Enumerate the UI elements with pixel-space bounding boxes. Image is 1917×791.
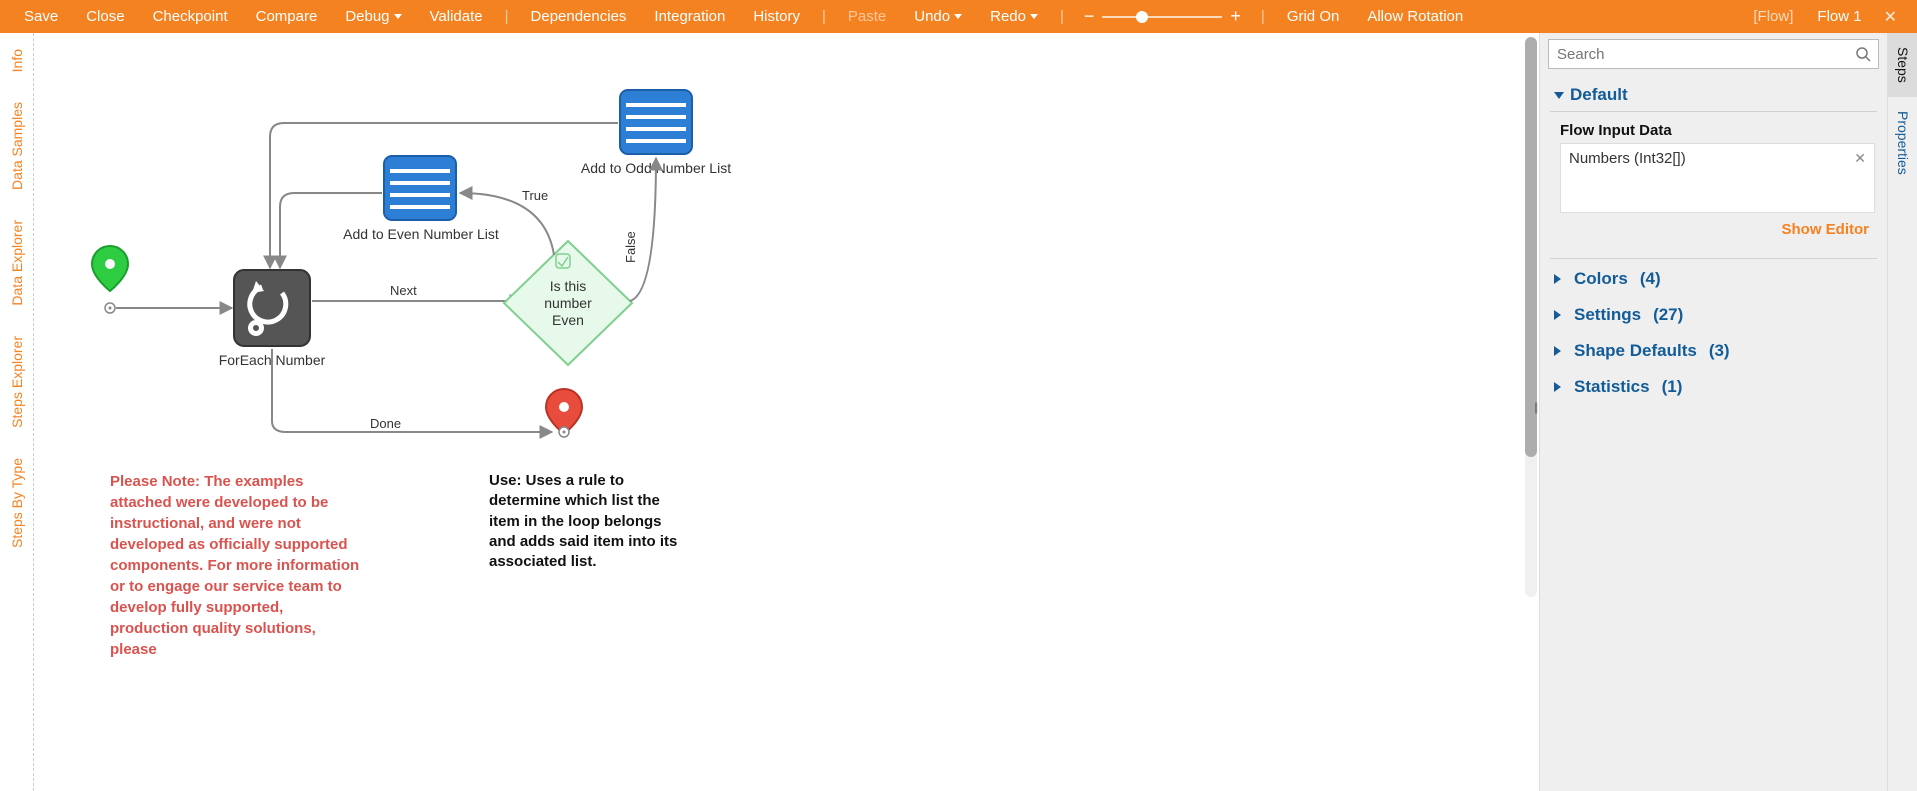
search-icon[interactable] xyxy=(1855,46,1871,65)
section-settings[interactable]: Settings(27) xyxy=(1540,295,1887,331)
decision-text-1: Is this xyxy=(550,278,587,294)
checkpoint-button[interactable]: Checkpoint xyxy=(139,0,242,33)
rotation-toggle[interactable]: Allow Rotation xyxy=(1353,0,1477,33)
left-tab-info[interactable]: Info xyxy=(9,43,25,78)
edge-done-label: Done xyxy=(370,416,401,431)
edge-next-label: Next xyxy=(390,283,417,298)
splitter-handle[interactable]: || xyxy=(1534,400,1539,424)
start-node[interactable] xyxy=(92,246,128,291)
left-tab-data-explorer[interactable]: Data Explorer xyxy=(9,214,25,312)
dependencies-button[interactable]: Dependencies xyxy=(517,0,641,33)
even-list-label: Add to Even Number List xyxy=(343,226,499,242)
chevron-down-icon xyxy=(1030,14,1038,19)
separator: | xyxy=(1052,8,1072,25)
right-tab-properties[interactable]: Properties xyxy=(1888,97,1917,189)
flow-input-box[interactable]: Numbers (Int32[]) ✕ xyxy=(1560,143,1875,213)
note-usage: Use: Uses a rule to determine which list… xyxy=(489,471,689,572)
save-button[interactable]: Save xyxy=(10,0,72,33)
left-tab-data-samples[interactable]: Data Samples xyxy=(9,96,25,196)
caret-right-icon xyxy=(1554,346,1566,356)
decision-text-3: Even xyxy=(552,312,584,328)
close-button[interactable]: Close xyxy=(72,0,138,33)
paste-button[interactable]: Paste xyxy=(834,0,900,33)
redo-button[interactable]: Redo xyxy=(976,0,1052,33)
flow-name-tab[interactable]: Flow 1 xyxy=(1805,8,1873,25)
edge-true-label: True xyxy=(522,188,548,203)
close-tab-icon[interactable]: ✕ xyxy=(1874,7,1907,27)
separator: | xyxy=(497,8,517,25)
right-sidebar: Steps Properties xyxy=(1887,33,1917,791)
search-box xyxy=(1548,39,1879,69)
flow-diagram: ForEach Number Next Is this number Even xyxy=(34,33,1214,473)
caret-right-icon xyxy=(1554,274,1566,284)
slider-knob[interactable] xyxy=(1136,11,1148,23)
chevron-down-icon xyxy=(954,14,962,19)
caret-right-icon xyxy=(1554,310,1566,320)
show-editor-link[interactable]: Show Editor xyxy=(1560,213,1875,252)
even-list-node[interactable] xyxy=(384,156,456,220)
caret-down-icon xyxy=(1554,92,1564,99)
debug-button[interactable]: Debug xyxy=(331,0,415,33)
foreach-node[interactable] xyxy=(234,270,310,346)
right-tab-steps[interactable]: Steps xyxy=(1888,33,1917,97)
odd-list-node[interactable] xyxy=(620,90,692,154)
note-warning: Please Note: The examples attached were … xyxy=(110,471,360,660)
caret-right-icon xyxy=(1554,382,1566,392)
properties-panel: Default Flow Input Data Numbers (Int32[]… xyxy=(1539,33,1887,791)
zoom-in-button[interactable]: + xyxy=(1230,6,1241,27)
toolbar: Save Close Checkpoint Compare Debug Vali… xyxy=(0,0,1917,33)
chevron-down-icon xyxy=(394,14,402,19)
section-default[interactable]: Default xyxy=(1540,75,1887,111)
integration-button[interactable]: Integration xyxy=(640,0,739,33)
zoom-control: − + xyxy=(1072,6,1253,27)
flow-input-label: Flow Input Data xyxy=(1560,122,1875,139)
left-sidebar: Info Data Samples Data Explorer Steps Ex… xyxy=(0,33,34,791)
edge-false-label: False xyxy=(623,231,638,263)
canvas-scrollbar[interactable] xyxy=(1525,37,1537,597)
undo-button[interactable]: Undo xyxy=(900,0,976,33)
left-tab-steps-by-type[interactable]: Steps By Type xyxy=(9,452,25,554)
separator: | xyxy=(1253,8,1273,25)
flow-input-item[interactable]: Numbers (Int32[]) ✕ xyxy=(1569,150,1866,167)
history-button[interactable]: History xyxy=(739,0,814,33)
flow-type-label: [Flow] xyxy=(1741,8,1805,25)
decision-text-2: number xyxy=(544,295,592,311)
section-colors[interactable]: Colors(4) xyxy=(1540,259,1887,295)
section-statistics[interactable]: Statistics(1) xyxy=(1540,367,1887,403)
zoom-slider[interactable] xyxy=(1102,16,1222,18)
canvas-area[interactable]: ForEach Number Next Is this number Even xyxy=(34,33,1539,791)
search-input[interactable] xyxy=(1548,39,1879,69)
separator: | xyxy=(814,8,834,25)
section-shape-defaults[interactable]: Shape Defaults(3) xyxy=(1540,331,1887,367)
remove-input-icon[interactable]: ✕ xyxy=(1854,150,1866,167)
compare-button[interactable]: Compare xyxy=(242,0,332,33)
scrollbar-thumb[interactable] xyxy=(1525,37,1537,457)
validate-button[interactable]: Validate xyxy=(416,0,497,33)
zoom-out-button[interactable]: − xyxy=(1084,6,1095,27)
left-tab-steps-explorer[interactable]: Steps Explorer xyxy=(9,330,25,434)
grid-toggle[interactable]: Grid On xyxy=(1273,0,1354,33)
